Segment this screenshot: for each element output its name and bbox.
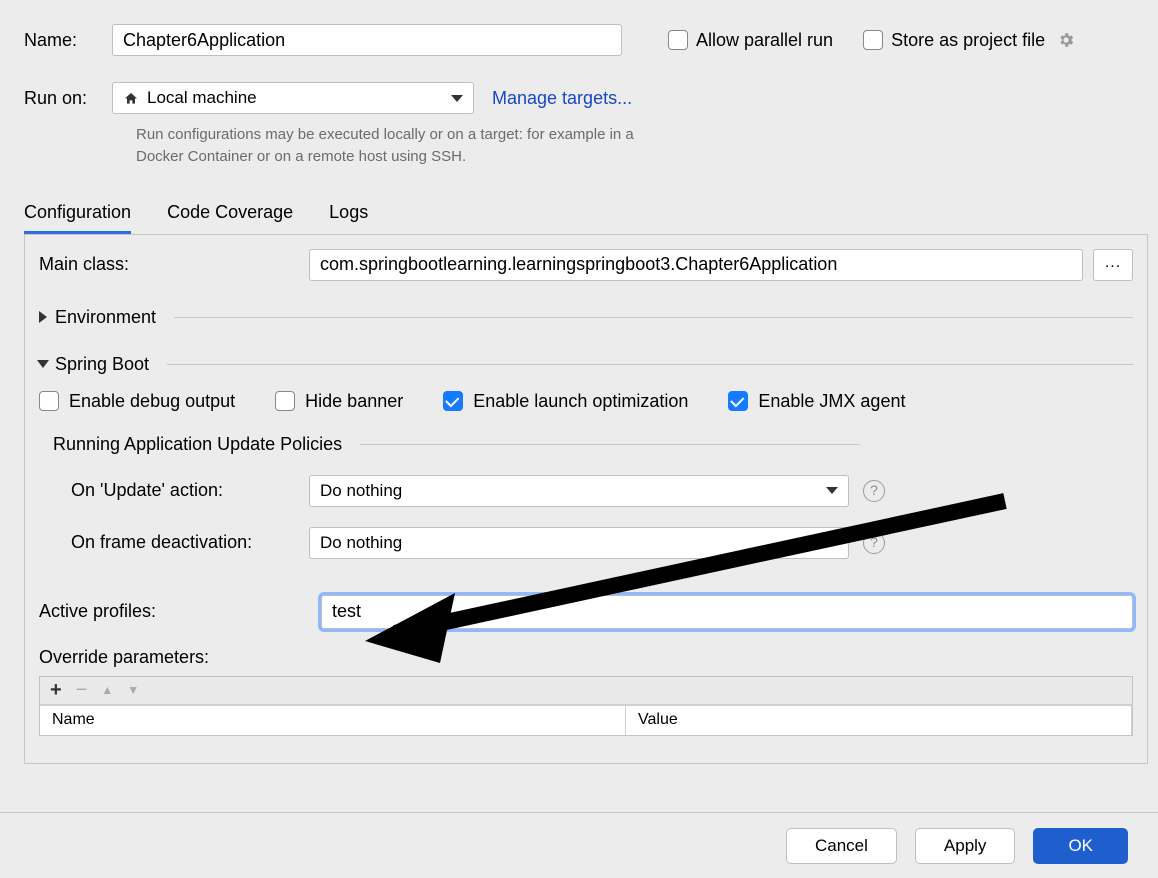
runon-hint: Run configurations may be executed local… xyxy=(136,124,656,168)
checkbox-checked-icon xyxy=(728,391,748,411)
checkbox-icon xyxy=(863,30,883,50)
apply-button[interactable]: Apply xyxy=(915,828,1016,864)
checkbox-icon xyxy=(668,30,688,50)
checkbox-icon xyxy=(39,391,59,411)
on-frame-select[interactable]: Do nothing xyxy=(309,527,849,559)
move-down-button[interactable]: ▼ xyxy=(127,684,139,696)
environment-label: Environment xyxy=(55,307,156,328)
chevron-down-icon xyxy=(451,95,463,102)
enable-jmx-label: Enable JMX agent xyxy=(758,391,905,412)
main-class-label: Main class: xyxy=(39,254,299,275)
store-project-checkbox[interactable]: Store as project file xyxy=(863,30,1075,51)
override-table-header: Name Value xyxy=(40,705,1132,735)
active-profiles-input[interactable] xyxy=(321,595,1133,629)
on-frame-label: On frame deactivation: xyxy=(39,532,309,553)
gear-icon[interactable] xyxy=(1057,31,1075,49)
manage-targets-link[interactable]: Manage targets... xyxy=(492,88,632,109)
chevron-down-icon xyxy=(826,539,838,546)
environment-section[interactable]: Environment xyxy=(39,307,1133,328)
override-parameters-table: + − ▲ ▼ Name Value xyxy=(39,676,1133,736)
on-update-label: On 'Update' action: xyxy=(39,480,309,501)
spring-boot-label: Spring Boot xyxy=(55,354,149,375)
browse-main-class-button[interactable]: ... xyxy=(1093,249,1133,281)
help-icon[interactable]: ? xyxy=(863,532,885,554)
allow-parallel-checkbox[interactable]: Allow parallel run xyxy=(668,30,833,51)
enable-launch-opt-checkbox[interactable]: Enable launch optimization xyxy=(443,391,688,412)
on-update-select[interactable]: Do nothing xyxy=(309,475,849,507)
help-icon[interactable]: ? xyxy=(863,480,885,502)
cancel-button[interactable]: Cancel xyxy=(786,828,897,864)
main-class-input[interactable] xyxy=(309,249,1083,281)
enable-debug-checkbox[interactable]: Enable debug output xyxy=(39,391,235,412)
remove-row-button[interactable]: − xyxy=(76,680,88,700)
add-row-button[interactable]: + xyxy=(50,680,62,700)
runon-select[interactable]: Local machine xyxy=(112,82,474,114)
name-input[interactable] xyxy=(112,24,622,56)
spring-boot-section[interactable]: Spring Boot xyxy=(39,354,1133,375)
tab-code-coverage[interactable]: Code Coverage xyxy=(167,202,293,234)
arrow-down-icon xyxy=(37,360,49,368)
checkbox-checked-icon xyxy=(443,391,463,411)
on-update-value: Do nothing xyxy=(320,481,402,501)
override-col-name: Name xyxy=(40,706,626,735)
home-icon xyxy=(123,91,139,105)
override-parameters-label: Override parameters: xyxy=(39,647,1133,668)
move-up-button[interactable]: ▲ xyxy=(101,684,113,696)
store-project-label: Store as project file xyxy=(891,30,1045,51)
runon-value: Local machine xyxy=(147,88,257,108)
active-profiles-label: Active profiles: xyxy=(39,601,321,622)
arrow-right-icon xyxy=(39,311,47,323)
enable-debug-label: Enable debug output xyxy=(69,391,235,412)
enable-jmx-checkbox[interactable]: Enable JMX agent xyxy=(728,391,905,412)
runon-label: Run on: xyxy=(24,88,112,109)
chevron-down-icon xyxy=(826,487,838,494)
tab-logs[interactable]: Logs xyxy=(329,202,368,234)
enable-launch-opt-label: Enable launch optimization xyxy=(473,391,688,412)
hide-banner-checkbox[interactable]: Hide banner xyxy=(275,391,403,412)
checkbox-icon xyxy=(275,391,295,411)
tab-configuration[interactable]: Configuration xyxy=(24,202,131,234)
policies-title: Running Application Update Policies xyxy=(53,434,342,455)
name-label: Name: xyxy=(24,30,112,51)
allow-parallel-label: Allow parallel run xyxy=(696,30,833,51)
divider xyxy=(174,317,1133,318)
divider xyxy=(167,364,1133,365)
divider xyxy=(360,444,860,445)
override-col-value: Value xyxy=(626,706,1132,735)
on-frame-value: Do nothing xyxy=(320,533,402,553)
hide-banner-label: Hide banner xyxy=(305,391,403,412)
ok-button[interactable]: OK xyxy=(1033,828,1128,864)
